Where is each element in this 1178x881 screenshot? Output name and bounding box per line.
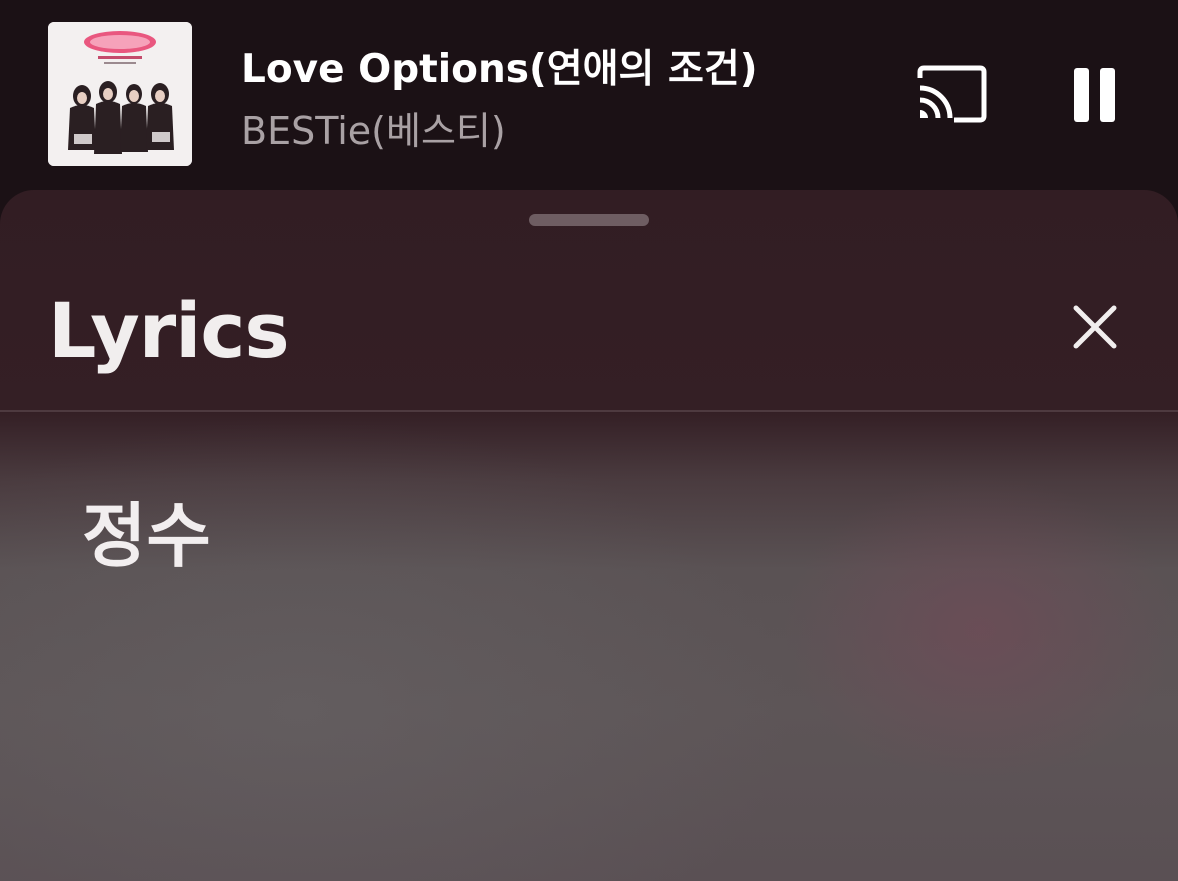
close-icon bbox=[1073, 305, 1117, 349]
close-button[interactable] bbox=[1066, 298, 1124, 356]
lyrics-header: Lyrics bbox=[0, 190, 1178, 412]
mini-player-bar[interactable]: Love Options(연애의 조건) BESTie(베스티) bbox=[0, 0, 1178, 190]
track-artist[interactable]: BESTie(베스티) bbox=[241, 100, 506, 155]
track-title[interactable]: Love Options(연애의 조건) bbox=[241, 38, 758, 94]
pause-icon bbox=[1074, 68, 1115, 122]
drag-handle[interactable] bbox=[529, 214, 649, 226]
music-player-screen: Love Options(연애의 조건) BESTie(베스티) Lyrics bbox=[0, 0, 1178, 881]
lyrics-title: Lyrics bbox=[48, 286, 290, 375]
album-cover-image bbox=[48, 22, 192, 166]
album-art[interactable] bbox=[48, 22, 192, 166]
pause-button[interactable] bbox=[1070, 64, 1120, 124]
cast-button[interactable] bbox=[914, 62, 988, 126]
lyrics-sheet: Lyrics 정수 bbox=[0, 190, 1178, 881]
cast-icon bbox=[917, 65, 987, 123]
lyrics-line: 정수 bbox=[82, 495, 211, 577]
